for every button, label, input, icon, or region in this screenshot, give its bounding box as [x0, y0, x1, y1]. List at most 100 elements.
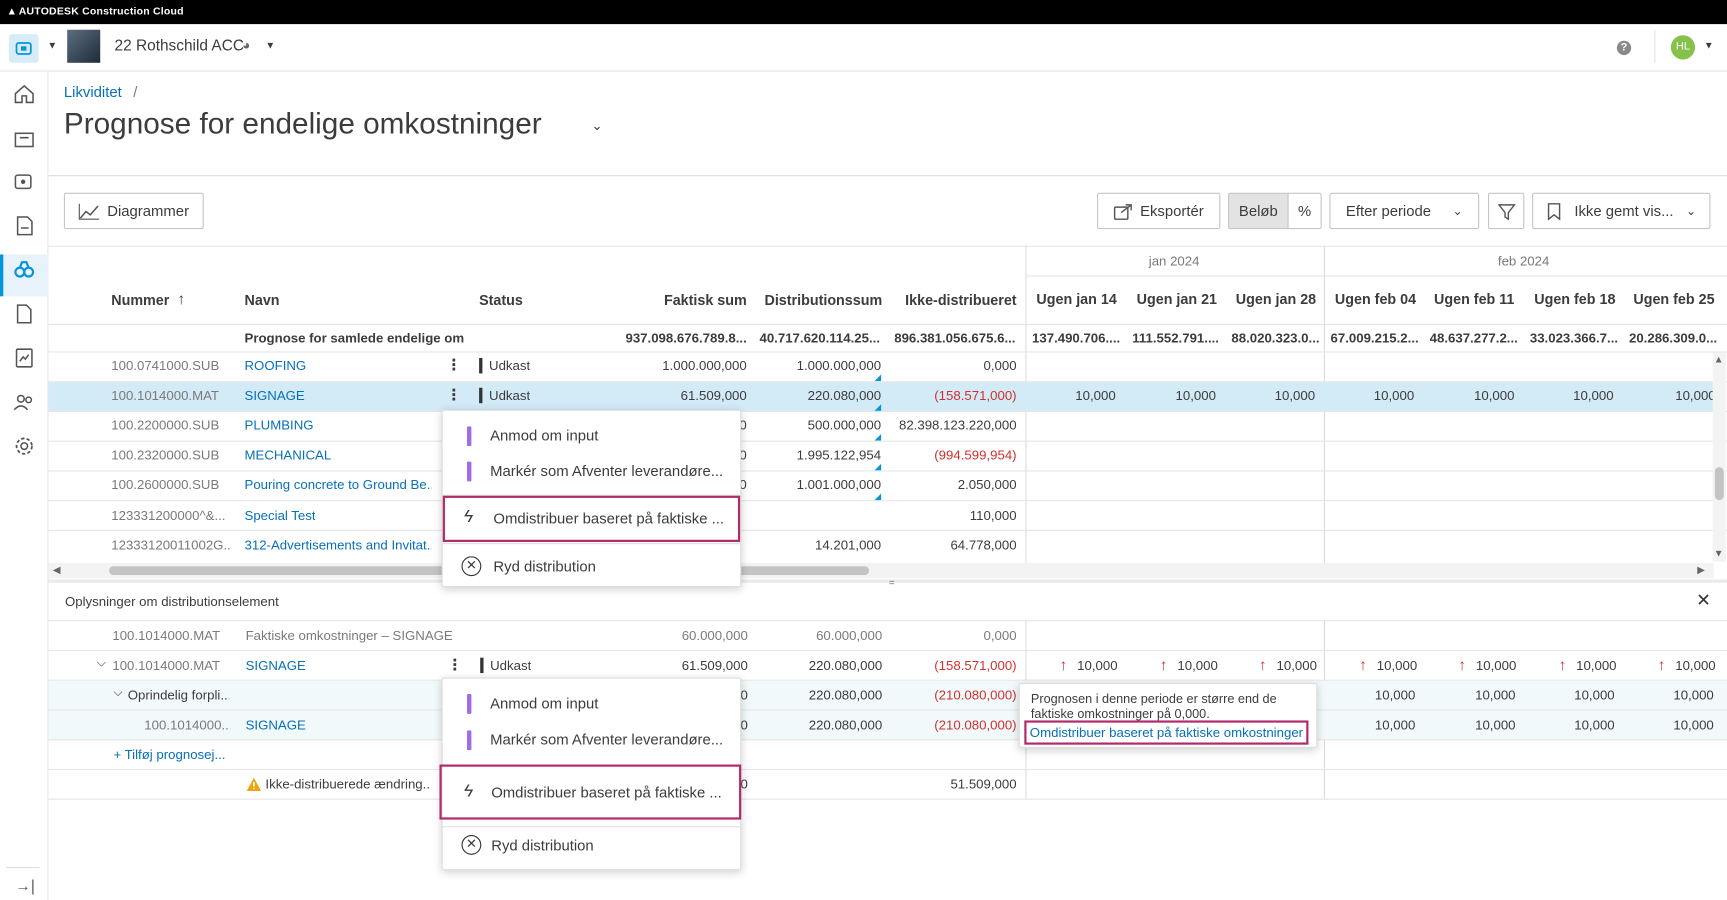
- expand-chevron-down-icon[interactable]: ⌵: [113, 686, 122, 700]
- scroll-right-icon[interactable]: ▶: [1697, 564, 1705, 576]
- scroll-up-icon[interactable]: ▲: [1714, 354, 1724, 365]
- title-chevron-down-icon[interactable]: ⌄: [591, 118, 602, 133]
- row-more-icon[interactable]: ⋮: [446, 386, 461, 405]
- vertical-scrollbar[interactable]: [1712, 352, 1726, 562]
- saved-view-select[interactable]: Ikke gemt vis... ⌄: [1532, 192, 1711, 230]
- filter-button[interactable]: [1487, 192, 1525, 230]
- row-week-6[interactable]: 10,000: [1576, 658, 1616, 673]
- col-week-4[interactable]: Ugen feb 04: [1335, 291, 1416, 308]
- menu-label: Markér som Afventer leverandøre...: [490, 462, 724, 480]
- row-more-icon[interactable]: ⋮: [447, 655, 462, 674]
- row-name-link[interactable]: SIGNAGE: [246, 717, 306, 732]
- members-icon[interactable]: [13, 391, 35, 413]
- contracts-icon[interactable]: [13, 171, 35, 193]
- row-more-icon[interactable]: ⋮: [446, 356, 461, 375]
- col-week-3[interactable]: Ugen jan 28: [1236, 291, 1316, 308]
- row-week-6[interactable]: 10,000: [1525, 717, 1614, 732]
- expand-chevron-down-icon[interactable]: ⌵: [97, 657, 106, 671]
- vertical-scroll-thumb[interactable]: [1714, 467, 1724, 501]
- project-chevron-down-icon[interactable]: ▼: [265, 40, 275, 51]
- user-chevron-down-icon[interactable]: ▼: [1704, 40, 1714, 51]
- row-week-4[interactable]: 10,000: [1377, 658, 1417, 673]
- row-week-6[interactable]: 10,000: [1525, 687, 1614, 702]
- col-actual[interactable]: Faktisk sum: [637, 292, 747, 309]
- row-week-6[interactable]: 10,000: [1524, 388, 1613, 403]
- row-name-link[interactable]: Pouring concrete to Ground Be...: [245, 477, 432, 492]
- amount-toggle[interactable]: Beløb: [1228, 192, 1289, 230]
- row-week-7[interactable]: 10,000: [1625, 717, 1713, 732]
- help-icon[interactable]: ?: [1616, 40, 1632, 56]
- module-chevron-down-icon[interactable]: ▼: [47, 40, 57, 51]
- drag-handle-icon[interactable]: =: [889, 577, 895, 588]
- period-select[interactable]: Efter periode ⌄: [1329, 192, 1480, 230]
- panel-splitter[interactable]: [48, 579, 1727, 583]
- row-week-2[interactable]: 10,000: [1177, 658, 1217, 673]
- menu-clear-distribution[interactable]: ✕ Ryd distribution: [443, 556, 740, 580]
- row-week-7[interactable]: 10,000: [1675, 388, 1714, 403]
- menu-clear-distribution[interactable]: ✕ Ryd distribution: [443, 835, 740, 859]
- detail-header-border: [48, 620, 1727, 622]
- col-week-6[interactable]: Ugen feb 18: [1534, 291, 1615, 308]
- row-week-4[interactable]: 10,000: [1326, 687, 1415, 702]
- row-name-link[interactable]: ROOFING: [245, 358, 307, 373]
- row-week-3[interactable]: 10,000: [1226, 388, 1315, 403]
- tooltip-redistribute-link[interactable]: Omdistribuer baseret på faktiske omkostn…: [1030, 725, 1303, 740]
- row-name-link[interactable]: Special Test: [245, 508, 316, 523]
- document-icon[interactable]: [13, 303, 35, 325]
- row-name-link[interactable]: SIGNAGE: [245, 388, 305, 403]
- col-week-5[interactable]: Ugen feb 11: [1434, 291, 1514, 308]
- reports-icon[interactable]: [13, 347, 35, 369]
- row-week-1[interactable]: 10,000: [1027, 388, 1115, 403]
- row-week-5[interactable]: 10,000: [1426, 687, 1515, 702]
- row-name-link[interactable]: MECHANICAL: [245, 447, 332, 462]
- row-week-1[interactable]: 10,000: [1077, 658, 1117, 673]
- charts-button[interactable]: Diagrammer: [63, 192, 204, 230]
- row-week-5[interactable]: 10,000: [1425, 388, 1514, 403]
- row-week-4[interactable]: 10,000: [1326, 717, 1415, 732]
- col-week-2[interactable]: Ugen jan 21: [1137, 291, 1217, 308]
- add-forecast-link[interactable]: + Tilføj prognosej...: [113, 747, 228, 762]
- user-avatar[interactable]: HL: [1670, 35, 1696, 60]
- col-distribution[interactable]: Distributionssum: [756, 292, 882, 309]
- settings-gear-icon[interactable]: [13, 435, 35, 457]
- export-button[interactable]: Eksportér: [1096, 192, 1221, 230]
- sort-ascending-icon[interactable]: ↑: [177, 290, 185, 308]
- home-icon[interactable]: [13, 83, 35, 105]
- row-name-link[interactable]: SIGNAGE: [246, 658, 306, 673]
- close-icon[interactable]: ✕: [1696, 589, 1711, 611]
- collapse-sidebar-icon[interactable]: →|: [15, 877, 34, 895]
- menu-mark-pending[interactable]: Markér som Afventer leverandøre...: [443, 729, 740, 753]
- col-status[interactable]: Status: [479, 292, 523, 309]
- menu-request-input[interactable]: Anmod om input: [443, 693, 740, 717]
- col-week-7[interactable]: Ugen feb 25: [1633, 291, 1714, 308]
- project-name[interactable]: 22 Rothschild ACC: [115, 36, 244, 54]
- scroll-down-icon[interactable]: ▼: [1714, 547, 1724, 558]
- row-week-4[interactable]: 10,000: [1325, 388, 1414, 403]
- col-undistributed[interactable]: Ikke-distribueret: [890, 292, 1016, 309]
- col-week-1[interactable]: Ugen jan 14: [1036, 291, 1116, 308]
- row-name-link[interactable]: PLUMBING: [245, 418, 314, 433]
- percent-toggle[interactable]: %: [1287, 192, 1322, 230]
- forecast-binoculars-icon[interactable]: [13, 259, 35, 281]
- row-week-3[interactable]: 10,000: [1277, 658, 1317, 673]
- module-switcher-button[interactable]: [8, 34, 39, 63]
- row-border: [48, 500, 1727, 502]
- inbox-icon[interactable]: [13, 127, 35, 149]
- change-orders-icon[interactable]: [13, 215, 35, 237]
- row-week-7[interactable]: 10,000: [1625, 687, 1713, 702]
- month-feb: feb 2024: [1497, 253, 1550, 269]
- col-number[interactable]: Nummer: [111, 292, 169, 309]
- menu-request-input[interactable]: Anmod om input: [443, 425, 740, 449]
- row-name-link[interactable]: 312-Advertisements and Invitat...: [245, 538, 432, 553]
- breadcrumb-liquidity[interactable]: Likviditet: [64, 84, 122, 101]
- menu-mark-pending[interactable]: Markér som Afventer leverandøre...: [443, 460, 740, 484]
- summary-border: [48, 351, 1727, 353]
- scroll-left-icon[interactable]: ◀: [53, 564, 61, 576]
- row-number: 100.1014000.MAT: [112, 627, 221, 644]
- row-week-2[interactable]: 10,000: [1127, 388, 1216, 403]
- col-name[interactable]: Navn: [245, 292, 280, 309]
- row-week-5[interactable]: 10,000: [1476, 658, 1516, 673]
- row-week-5[interactable]: 10,000: [1426, 717, 1515, 732]
- row-number: 123331200000^&...: [111, 507, 226, 524]
- row-week-7[interactable]: 10,000: [1675, 658, 1715, 673]
